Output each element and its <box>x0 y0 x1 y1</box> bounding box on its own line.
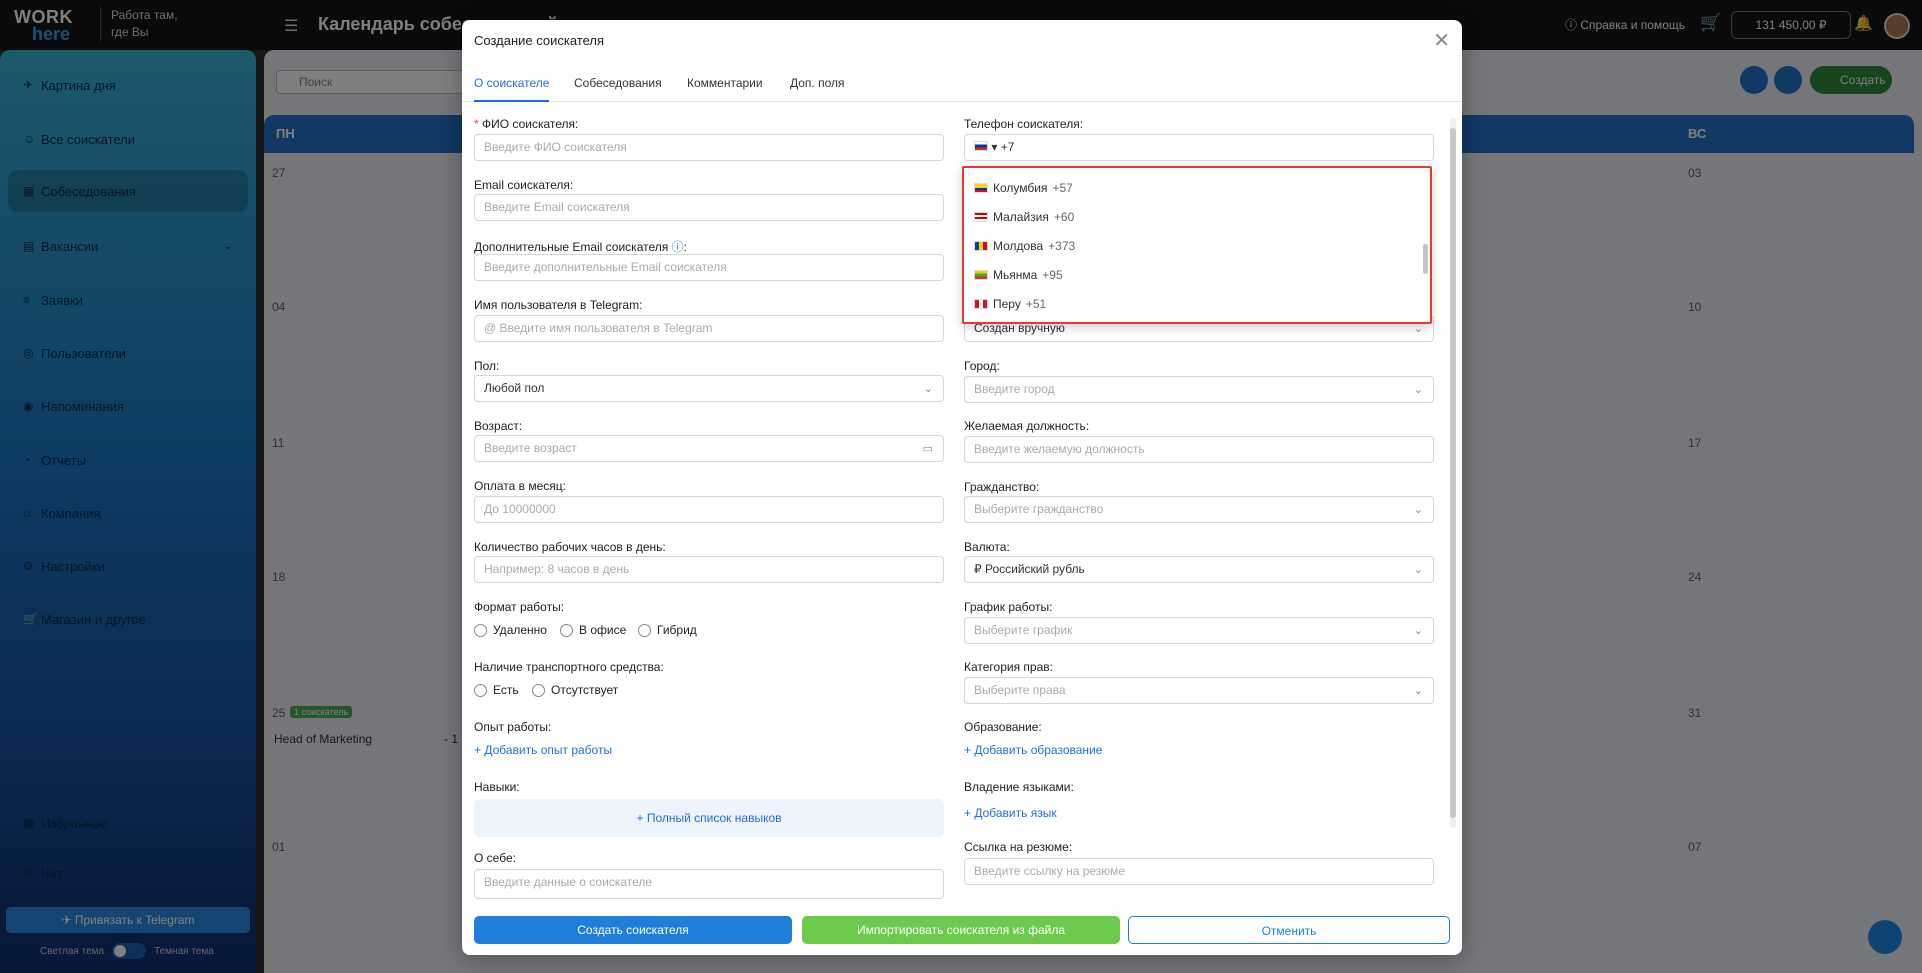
email-field[interactable]: Введите Email соискателя <box>474 194 944 221</box>
resume-label: Ссылка на резюме: <box>964 840 1073 854</box>
hours-label: Количество рабочих часов в день: <box>474 540 666 554</box>
about-field[interactable]: Введите данные о соискателе <box>474 869 944 899</box>
transport-label: Наличие транспортного средства: <box>474 660 664 674</box>
malaysia-flag-icon <box>974 212 988 222</box>
import-candidate-button[interactable]: Импортировать соискателя из файла <box>802 916 1120 944</box>
tab-extra-fields[interactable]: Доп. поля <box>790 76 845 100</box>
currency-value: ₽ Российский рубль <box>974 562 1085 576</box>
chevron-down-icon: ⌄ <box>1413 564 1423 576</box>
languages-label: Владение языками: <box>964 780 1074 794</box>
moldova-flag-icon <box>974 241 988 251</box>
calendar-icon: ▭ <box>922 443 933 455</box>
position-field[interactable]: Введите желаемую должность <box>964 436 1434 463</box>
tab-interviews[interactable]: Собеседования <box>574 76 662 100</box>
age-label: Возраст: <box>474 419 523 433</box>
gender-value: Любой пол <box>484 381 545 395</box>
phone-value: +7 <box>1000 140 1015 154</box>
age-placeholder: Введите возраст <box>484 441 577 455</box>
pay-label: Оплата в месяц: <box>474 479 566 493</box>
close-icon[interactable]: ✕ <box>1433 28 1450 53</box>
experience-label: Опыт работы: <box>474 720 552 734</box>
format-office-radio[interactable]: В офисе <box>560 623 626 637</box>
citizenship-placeholder: Выберите гражданство <box>974 502 1104 516</box>
schedule-label: График работы: <box>964 600 1053 614</box>
add-experience-link[interactable]: + Добавить опыт работы <box>474 743 612 757</box>
tab-about[interactable]: О соискателе <box>474 76 550 102</box>
additional-email-label: Дополнительные Email соискателя ⓘ: <box>474 240 687 254</box>
country-option[interactable]: Колумбия +57 <box>974 181 1073 195</box>
plus-icon: + <box>964 743 975 757</box>
telegram-label: Имя пользователя в Telegram: <box>474 298 643 312</box>
create-candidate-button[interactable]: Создать соискателя <box>474 916 792 944</box>
hours-field[interactable]: Например: 8 часов в день <box>474 556 944 583</box>
chevron-down-icon: ⌄ <box>1413 504 1423 516</box>
format-hybrid-radio[interactable]: Гибрид <box>638 623 697 637</box>
pay-field[interactable]: До 10000000 <box>474 496 944 523</box>
country-code-dropdown: Колумбия +57 Малайзия +60 Молдова +373 М… <box>962 166 1432 324</box>
cancel-button[interactable]: Отменить <box>1128 916 1450 944</box>
gender-label: Пол: <box>474 359 500 373</box>
add-language-link[interactable]: + Добавить язык <box>964 806 1057 820</box>
dropdown-scrollbar[interactable] <box>1423 244 1428 274</box>
modal-title: Создание соискателя <box>474 33 605 48</box>
plus-icon: + <box>474 743 485 757</box>
city-label: Город: <box>964 359 1000 373</box>
license-label: Категория прав: <box>964 660 1053 674</box>
chevron-down-icon: ⌄ <box>1413 625 1423 637</box>
age-field[interactable]: Введите возраст ▭ <box>474 435 944 462</box>
format-remote-radio[interactable]: Удаленно <box>474 623 547 637</box>
schedule-placeholder: Выберите график <box>974 623 1073 637</box>
license-select[interactable]: Выберите права ⌄ <box>964 677 1434 704</box>
education-label: Образование: <box>964 720 1042 734</box>
telegram-field[interactable]: @ Введите имя пользователя в Telegram <box>474 315 944 342</box>
colombia-flag-icon <box>974 183 988 193</box>
gender-select[interactable]: Любой пол ⌄ <box>474 375 944 402</box>
fio-label: * ФИО соискателя: <box>474 117 579 131</box>
country-option[interactable]: Мьянма +95 <box>974 268 1063 282</box>
tab-comments[interactable]: Комментарии <box>687 76 763 100</box>
create-candidate-modal: Создание соискателя ✕ О соискателе Собес… <box>462 20 1462 955</box>
chevron-down-icon: ⌄ <box>923 383 933 395</box>
country-option[interactable]: Перу +51 <box>974 297 1046 311</box>
add-education-link[interactable]: + Добавить образование <box>964 743 1102 757</box>
city-select[interactable]: Введите город ⌄ <box>964 376 1434 403</box>
chevron-down-icon: ⌄ <box>1413 685 1423 697</box>
fio-field[interactable]: Введите ФИО соискателя <box>474 134 944 161</box>
currency-label: Валюта: <box>964 540 1010 554</box>
schedule-select[interactable]: Выберите график ⌄ <box>964 617 1434 644</box>
skills-label: Навыки: <box>474 780 520 794</box>
myanmar-flag-icon <box>974 270 988 280</box>
license-placeholder: Выберите права <box>974 683 1066 697</box>
plus-icon: + <box>964 806 975 820</box>
currency-select[interactable]: ₽ Российский рубль ⌄ <box>964 556 1434 583</box>
plus-icon: + <box>636 811 647 825</box>
resume-field[interactable]: Введите ссылку на резюме <box>964 858 1434 885</box>
skills-list-button[interactable]: + Полный список навыков <box>474 799 944 837</box>
citizenship-label: Гражданство: <box>964 480 1040 494</box>
country-option[interactable]: Малайзия +60 <box>974 210 1074 224</box>
format-label: Формат работы: <box>474 600 565 614</box>
citizenship-select[interactable]: Выберите гражданство ⌄ <box>964 496 1434 523</box>
transport-yes-radio[interactable]: Есть <box>474 683 519 697</box>
phone-label: Телефон соискателя: <box>964 117 1084 131</box>
transport-no-radio[interactable]: Отсутствует <box>532 683 618 697</box>
chevron-down-icon: ⌄ <box>1413 384 1423 396</box>
country-option[interactable]: Молдова +373 <box>974 239 1075 253</box>
email-label: Email соискателя: <box>474 178 574 192</box>
additional-email-field[interactable]: Введите дополнительные Email соискателя <box>474 254 944 281</box>
position-label: Желаемая должность: <box>964 419 1090 433</box>
city-placeholder: Введите город <box>974 382 1055 396</box>
phone-field[interactable]: ▾ +7 <box>964 134 1434 161</box>
russia-flag-icon[interactable] <box>974 141 988 151</box>
peru-flag-icon <box>974 299 988 309</box>
modal-tabs: О соискателе Собеседования Комментарии Д… <box>462 66 1462 102</box>
info-icon: ⓘ <box>671 240 684 254</box>
about-label: О себе: <box>474 851 516 865</box>
modal-scrollbar[interactable] <box>1450 118 1456 828</box>
